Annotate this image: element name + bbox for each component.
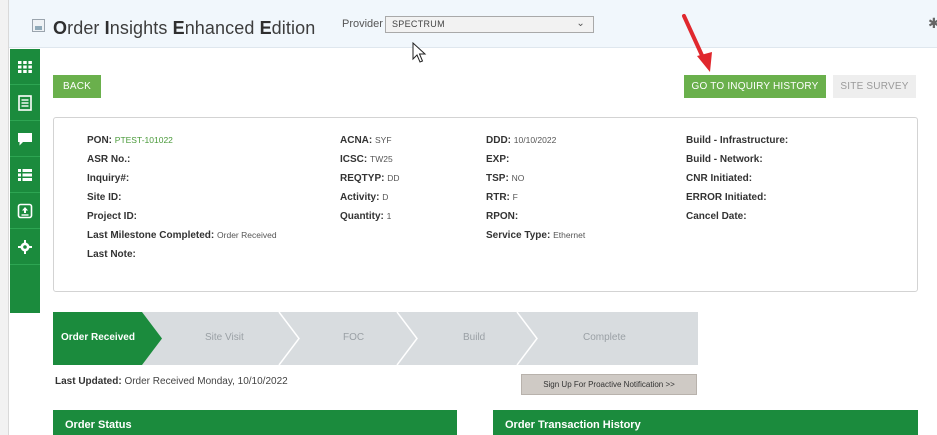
document-list-icon	[18, 94, 32, 111]
inquiry-field: Inquiry#:	[87, 173, 130, 184]
list-icon	[18, 168, 32, 181]
sidebar-item-upload[interactable]	[10, 193, 40, 229]
broken-image-icon	[32, 19, 45, 32]
provider-select-value: SPECTRUM	[392, 19, 445, 29]
mouse-cursor-icon	[412, 42, 427, 63]
project-id-field: Project ID:	[87, 211, 138, 222]
app-window: Order Insights Enhanced Edition Provider…	[0, 0, 937, 435]
sidebar-item-documents[interactable]	[10, 85, 40, 121]
settings-gear-icon[interactable]: ✱	[928, 16, 937, 32]
exp-field: EXP:	[486, 154, 510, 165]
ddd-field: DDD: 10/10/2022	[486, 135, 557, 146]
annotation-arrow-icon	[682, 14, 712, 72]
site-survey-button[interactable]: SITE SURVEY	[833, 75, 916, 98]
build-network-field: Build - Network:	[686, 154, 763, 165]
acna-field: ACNA: SYF	[340, 135, 392, 146]
service-type-field: Service Type: Ethernet	[486, 230, 586, 241]
icsc-field: ICSC: TW25	[340, 154, 393, 165]
tsp-field: TSP: NO	[486, 173, 525, 184]
grid-icon	[18, 60, 32, 73]
error-initiated-field: ERROR Initiated:	[686, 192, 767, 203]
last-note-field: Last Note:	[87, 249, 136, 260]
quantity-field: Quantity: 1	[340, 211, 392, 222]
step-site-visit: Site Visit	[205, 332, 244, 343]
sidebar-item-messages[interactable]	[10, 121, 40, 157]
window-edge	[0, 0, 9, 435]
activity-field: Activity: D	[340, 192, 389, 203]
order-status-panel-header: Order Status	[53, 410, 457, 435]
reqtyp-field: REQTYP: DD	[340, 173, 400, 184]
site-id-field: Site ID:	[87, 192, 122, 203]
pon-field: PON: PTEST-101022	[87, 135, 173, 146]
upload-icon	[17, 203, 33, 218]
sidebar-item-settings[interactable]	[10, 229, 40, 265]
chevron-down-icon: ⌄	[576, 18, 585, 29]
order-details-card: PON: PTEST-101022 ASR No.: Inquiry#: Sit…	[53, 117, 918, 292]
sidebar-item-grid[interactable]	[10, 49, 40, 85]
back-button[interactable]: BACK	[53, 75, 101, 98]
last-milestone-field: Last Milestone Completed: Order Received	[87, 230, 277, 241]
step-foc: FOC	[343, 332, 365, 343]
proactive-notification-signup-button[interactable]: Sign Up For Proactive Notification >>	[521, 374, 697, 395]
last-updated: Last Updated: Order Received Monday, 10/…	[55, 376, 288, 387]
rtr-field: RTR: F	[486, 192, 518, 203]
rpon-field: RPON:	[486, 211, 519, 222]
provider-label: Provider	[342, 18, 383, 30]
go-to-inquiry-history-button[interactable]: GO TO INQUIRY HISTORY	[684, 75, 826, 98]
cancel-date-field: Cancel Date:	[686, 211, 747, 222]
order-transaction-history-panel-header: Order Transaction History	[493, 410, 918, 435]
provider-select[interactable]: SPECTRUM ⌄	[385, 16, 594, 33]
step-complete: Complete	[583, 332, 626, 343]
build-infrastructure-field: Build - Infrastructure:	[686, 135, 789, 146]
step-build: Build	[463, 332, 486, 343]
sidebar-item-list[interactable]	[10, 157, 40, 193]
step-order-received: Order Received	[61, 332, 135, 343]
asr-field: ASR No.:	[87, 154, 131, 165]
chat-icon	[18, 132, 32, 145]
sidebar	[10, 49, 40, 313]
cnr-initiated-field: CNR Initiated:	[686, 173, 753, 184]
header-bar: Order Insights Enhanced Edition Provider…	[9, 0, 937, 48]
app-title: Order Insights Enhanced Edition	[53, 18, 316, 38]
gear-icon	[18, 239, 32, 254]
